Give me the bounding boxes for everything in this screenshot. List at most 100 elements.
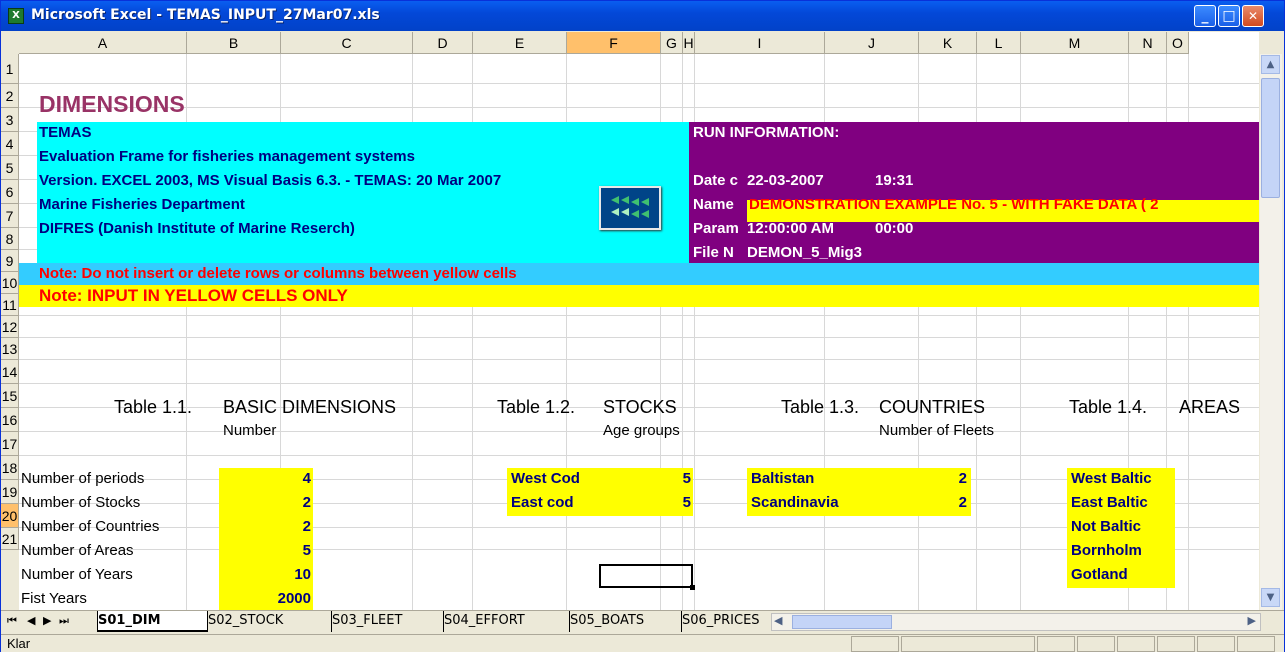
column-header[interactable]: M bbox=[1021, 32, 1129, 54]
column-header[interactable]: H bbox=[683, 32, 695, 54]
param-time: 00:00 bbox=[875, 220, 914, 237]
fish-logo-icon bbox=[611, 196, 649, 218]
sheet-tab[interactable]: S05_BOATS bbox=[569, 611, 681, 632]
status-panel bbox=[1197, 636, 1235, 652]
row-header[interactable]: 9 bbox=[1, 250, 19, 272]
row-header[interactable]: 21 bbox=[1, 528, 19, 550]
area-name: Bornholm bbox=[1071, 542, 1142, 559]
column-header[interactable]: O bbox=[1167, 32, 1189, 54]
row-header[interactable]: 8 bbox=[1, 228, 19, 250]
status-panel bbox=[1157, 636, 1195, 652]
sheet-tab[interactable]: S04_EFFORT bbox=[443, 611, 569, 632]
row-header[interactable]: 7 bbox=[1, 204, 19, 228]
stock-name: West Cod bbox=[511, 470, 580, 487]
temas-logo-button[interactable] bbox=[599, 186, 661, 230]
sheet-tab[interactable]: S02_STOCK bbox=[207, 611, 331, 632]
active-cell-cursor[interactable] bbox=[599, 564, 693, 588]
scroll-right-icon[interactable]: ▶ bbox=[1248, 614, 1256, 627]
row-header[interactable]: 14 bbox=[1, 360, 19, 384]
column-header[interactable]: F bbox=[567, 32, 661, 54]
row-header[interactable]: 3 bbox=[1, 108, 19, 132]
row-header[interactable]: 13 bbox=[1, 338, 19, 360]
minimize-button[interactable]: _ bbox=[1194, 5, 1216, 27]
close-button[interactable]: ✕ bbox=[1242, 5, 1264, 27]
note-no-insert: Note: Do not insert or delete rows or co… bbox=[39, 265, 517, 282]
sheet-tab[interactable]: S01_DIM bbox=[97, 611, 207, 632]
row-header[interactable]: 18 bbox=[1, 456, 19, 480]
vertical-scroll-thumb[interactable] bbox=[1261, 78, 1280, 198]
column-header[interactable]: D bbox=[413, 32, 473, 54]
sheet-tab[interactable]: S03_FLEET bbox=[331, 611, 443, 632]
status-panel bbox=[851, 636, 899, 652]
last-sheet-icon[interactable]: ⏭ bbox=[59, 614, 69, 628]
spreadsheet-grid[interactable]: ABCDEFGHIJKLMNO DIMENSIONS TEMAS Evaluat… bbox=[19, 32, 1259, 610]
dimension-value: 2 bbox=[302, 518, 311, 535]
row-header[interactable]: 12 bbox=[1, 316, 19, 338]
cell-a4: Version. EXCEL 2003, MS Visual Basis 6.3… bbox=[39, 172, 502, 189]
column-header[interactable]: C bbox=[281, 32, 413, 54]
scroll-left-icon[interactable]: ◀ bbox=[774, 614, 782, 627]
number-header: Number bbox=[223, 422, 277, 439]
row-header[interactable]: 1 bbox=[1, 54, 19, 84]
country-fleets: 2 bbox=[958, 470, 967, 487]
maximize-button[interactable]: □ bbox=[1218, 5, 1240, 27]
table-1-4-title: AREAS bbox=[1179, 397, 1241, 417]
column-header[interactable]: B bbox=[187, 32, 281, 54]
area-name: West Baltic bbox=[1071, 470, 1152, 487]
dimension-label: Number of Years bbox=[21, 566, 133, 583]
horizontal-scrollbar[interactable]: ◀ ▶ bbox=[771, 613, 1261, 631]
date-label: Date c bbox=[693, 172, 739, 189]
excel-app-icon[interactable]: X bbox=[8, 8, 24, 24]
excel-window: X Microsoft Excel - TEMAS_INPUT_27Mar07.… bbox=[0, 0, 1285, 652]
row-header[interactable]: 17 bbox=[1, 432, 19, 456]
title-bar[interactable]: X Microsoft Excel - TEMAS_INPUT_27Mar07.… bbox=[1, 1, 1284, 31]
window-title: Microsoft Excel - TEMAS_INPUT_27Mar07.xl… bbox=[31, 7, 380, 23]
fill-handle[interactable] bbox=[690, 585, 695, 590]
row-header[interactable]: 10 bbox=[1, 272, 19, 294]
area-name: East Baltic bbox=[1071, 494, 1148, 511]
country-name: Baltistan bbox=[751, 470, 815, 487]
row-header[interactable]: 20 bbox=[1, 504, 19, 528]
row-headers: 1 2 3 4 5 6 7 8 9 10 11 12 13 14 15 16 17 18 19 20 21 bbox=[1, 32, 19, 610]
dimension-label: Number of periods bbox=[21, 470, 145, 487]
scroll-up-icon[interactable]: ▲ bbox=[1261, 55, 1280, 74]
next-sheet-icon[interactable]: ▶ bbox=[43, 614, 51, 627]
dimension-value: 2000 bbox=[277, 590, 311, 607]
column-header[interactable]: A bbox=[19, 32, 187, 54]
prev-sheet-icon[interactable]: ◀ bbox=[27, 614, 35, 627]
table-1-1-title: BASIC DIMENSIONS bbox=[223, 397, 397, 417]
row-header[interactable]: 5 bbox=[1, 156, 19, 180]
dimension-label: Number of Areas bbox=[21, 542, 134, 559]
column-header[interactable]: G bbox=[661, 32, 683, 54]
area-name: Not Baltic bbox=[1071, 518, 1142, 535]
status-panel bbox=[1077, 636, 1115, 652]
country-name: Scandinavia bbox=[751, 494, 839, 511]
column-header[interactable]: J bbox=[825, 32, 919, 54]
dimensions-heading: DIMENSIONS bbox=[39, 91, 185, 117]
gridline-h bbox=[19, 83, 1259, 84]
area-name: Gotland bbox=[1071, 566, 1128, 583]
fleets-header: Number of Fleets bbox=[879, 422, 995, 439]
row-header[interactable]: 15 bbox=[1, 384, 19, 408]
row-header[interactable]: 6 bbox=[1, 180, 19, 204]
row-header[interactable]: 19 bbox=[1, 480, 19, 504]
scroll-down-icon[interactable]: ▼ bbox=[1261, 588, 1280, 607]
first-sheet-icon[interactable]: ⏮ bbox=[7, 614, 17, 628]
column-header[interactable]: I bbox=[695, 32, 825, 54]
status-panel bbox=[1237, 636, 1275, 652]
row-header[interactable]: 16 bbox=[1, 408, 19, 432]
row-header[interactable]: 4 bbox=[1, 132, 19, 156]
run-name[interactable]: DEMONSTRATION EXAMPLE No. 5 - WITH FAKE … bbox=[749, 194, 1158, 216]
vertical-scrollbar[interactable]: ▲ ▼ bbox=[1260, 54, 1282, 610]
status-panel bbox=[901, 636, 1035, 652]
stock-name: East cod bbox=[511, 494, 574, 511]
column-header[interactable]: K bbox=[919, 32, 977, 54]
gridline-h bbox=[19, 315, 1259, 316]
column-header[interactable]: L bbox=[977, 32, 1021, 54]
gridline-h bbox=[19, 383, 1259, 384]
column-header[interactable]: N bbox=[1129, 32, 1167, 54]
row-header[interactable]: 2 bbox=[1, 84, 19, 108]
column-header[interactable]: E bbox=[473, 32, 567, 54]
horizontal-scroll-thumb[interactable] bbox=[792, 615, 892, 629]
row-header[interactable]: 11 bbox=[1, 294, 19, 316]
